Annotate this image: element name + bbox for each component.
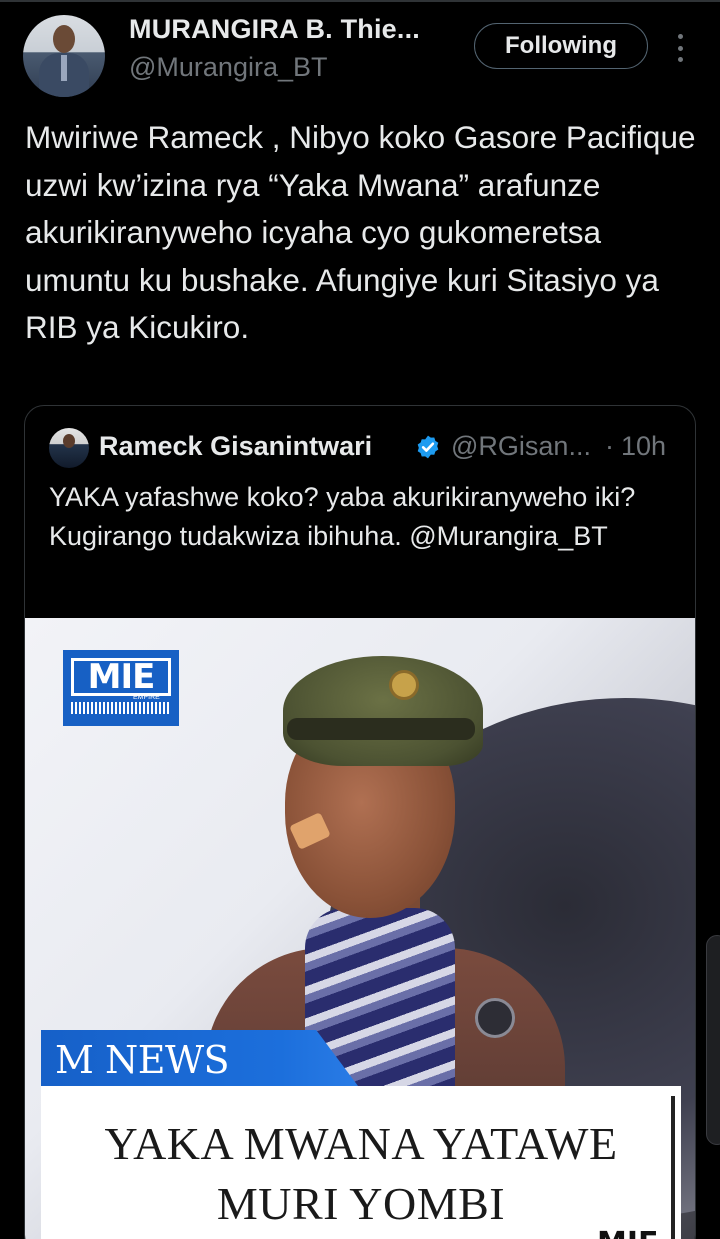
- author-avatar[interactable]: [23, 15, 105, 97]
- scroll-handle[interactable]: [706, 935, 720, 1145]
- beret-shape: [283, 656, 483, 766]
- headline-box: YAKA MWANA YATAWE MURI YOMBI: [41, 1086, 681, 1239]
- avatar-tie-shape: [61, 55, 67, 81]
- quoted-author-handle[interactable]: @RGisan...: [451, 431, 591, 462]
- quoted-author-avatar[interactable]: [49, 428, 89, 468]
- author-handle[interactable]: @Murangira_BT: [129, 52, 327, 83]
- more-dot: [677, 34, 683, 39]
- quoted-author-name[interactable]: Rameck Gisanintwari: [99, 431, 372, 462]
- headline-text: YAKA MWANA YATAWE MURI YOMBI: [41, 1114, 681, 1234]
- following-button[interactable]: Following: [474, 23, 648, 69]
- tweet-text: Mwiriwe Rameck , Nibyo koko Gasore Pacif…: [25, 119, 696, 345]
- more-dot: [677, 57, 683, 62]
- beret-badge-icon: [389, 670, 419, 700]
- news-banner-label: M NEWS: [55, 1038, 230, 1082]
- top-divider: [0, 0, 720, 2]
- more-vertical-icon[interactable]: [666, 30, 694, 66]
- quoted-avatar-head-shape: [63, 434, 75, 448]
- avatar-head-shape: [53, 25, 75, 53]
- chest-badge-icon: [475, 998, 515, 1038]
- quoted-media-image[interactable]: MIE EMPIRE M NEWS YAKA MWANA YATAWE MURI…: [25, 618, 695, 1239]
- quoted-tweet-card[interactable]: Rameck Gisanintwari @RGisan... · 10h YAK…: [24, 405, 696, 1239]
- headline-line-2: MURI YOMBI: [216, 1178, 506, 1229]
- quoted-timestamp[interactable]: 10h: [621, 431, 666, 462]
- quoted-tweet-text: YAKA yafashwe koko? yaba akurikiranyweho…: [49, 482, 636, 551]
- headline-line-1: YAKA MWANA YATAWE: [104, 1118, 618, 1169]
- verified-badge-icon: [417, 435, 439, 459]
- beret-band-shape: [287, 718, 475, 740]
- corner-logo-mark: MIE: [597, 1226, 659, 1239]
- more-dot: [677, 45, 683, 51]
- separator-dot: ·: [605, 431, 614, 461]
- author-name[interactable]: MURANGIRA B. Thie...: [129, 14, 420, 45]
